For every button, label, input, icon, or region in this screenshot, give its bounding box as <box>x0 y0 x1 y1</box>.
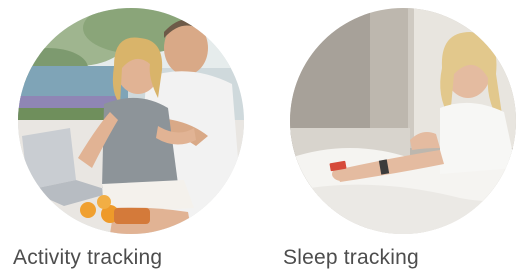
activity-photo-icon <box>18 8 244 234</box>
sleep-tracking-photo[interactable] <box>290 8 516 234</box>
sleep-tracking-caption: Sleep tracking <box>283 246 419 269</box>
activity-tracking-card[interactable]: Activity tracking <box>12 8 252 273</box>
activity-tracking-photo[interactable] <box>18 8 244 234</box>
sleep-photo-icon <box>290 8 516 234</box>
activity-tracking-caption: Activity tracking <box>13 246 163 269</box>
sleep-tracking-card[interactable]: Sleep tracking <box>272 8 516 273</box>
feature-gallery: Activity tracking Sleep tracking <box>0 0 521 275</box>
